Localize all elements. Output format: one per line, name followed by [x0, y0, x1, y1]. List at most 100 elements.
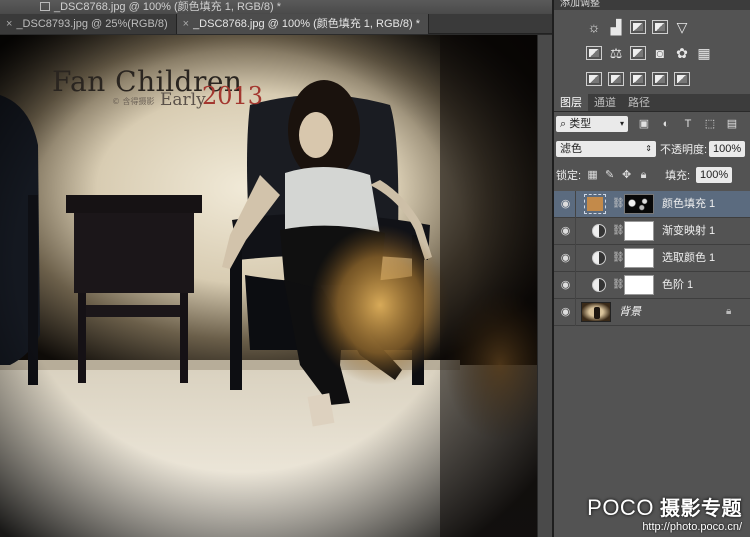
watermark-brand: POCO: [587, 495, 654, 520]
right-panel-dock: 添加调整 ☼ ▟ ▽ ⚖ ◙ ✿ ▦ 图层 通道 路径 ⌕ 类型 ▾ ▣ ◐ T…: [554, 0, 750, 537]
adjustments-row-2: ⚖ ◙ ✿ ▦: [554, 40, 750, 66]
fill-label: 填充:: [665, 170, 691, 182]
divider: [575, 245, 576, 272]
poco-watermark: POCO 摄影专题 http://photo.poco.cn/: [587, 492, 742, 533]
type-filter-icon[interactable]: T: [682, 118, 694, 130]
photo-filter-icon[interactable]: ◙: [652, 46, 668, 60]
link-icon[interactable]: ⛓: [612, 198, 625, 209]
document-tab-bar: × _DSC8793.jpg @ 25%(RGB/8) × _DSC8768.jpg…: [0, 14, 552, 34]
hue-saturation-icon[interactable]: [586, 46, 602, 60]
lock-icon: 🔒︎: [726, 306, 732, 317]
layer-name: 渐变映射 1: [662, 225, 716, 237]
lock-all-icon[interactable]: 🔒︎: [638, 169, 649, 181]
posterize-icon[interactable]: [608, 72, 624, 86]
layer-row-selective-color[interactable]: ◉ ⛓ 选取颜色 1: [554, 245, 750, 272]
threshold-icon[interactable]: [630, 72, 646, 86]
fill-swatch[interactable]: [584, 194, 606, 214]
eye-icon[interactable]: ◉: [559, 306, 572, 319]
gradient-map-icon[interactable]: [652, 72, 668, 86]
eye-icon[interactable]: ◉: [559, 252, 572, 265]
adjustments-row-3: [554, 66, 750, 92]
levels-icon[interactable]: ▟: [608, 20, 624, 34]
background-thumbnail[interactable]: [581, 302, 611, 322]
photo-artwork: [0, 35, 537, 537]
brightness-icon[interactable]: ☼: [586, 20, 602, 34]
shape-filter-icon[interactable]: ⬚: [704, 118, 716, 130]
opacity-field[interactable]: 100%: [709, 141, 746, 157]
adjustment-filter-icon[interactable]: ◐: [660, 118, 672, 130]
divider: [575, 272, 576, 299]
close-icon[interactable]: ×: [6, 18, 12, 30]
exposure-icon[interactable]: [652, 20, 668, 34]
layers-panel-tabs: 图层 通道 路径: [554, 94, 750, 112]
curves-icon[interactable]: [630, 20, 646, 34]
link-icon[interactable]: ⛓: [612, 279, 625, 290]
fill-field[interactable]: 100%: [696, 167, 733, 183]
tab-layers[interactable]: 图层: [554, 94, 588, 111]
layer-filter-row: ⌕ 类型 ▾ ▣ ◐ T ⬚ ▤: [554, 113, 750, 135]
window-title-bar: _DSC8768.jpg @ 100% (颜色填充 1, RGB/8) *: [0, 0, 552, 14]
search-icon: ⌕: [560, 118, 567, 130]
black-white-icon[interactable]: [630, 46, 646, 60]
blend-row: 滤色 ⇕ 不透明度: 100%: [554, 139, 750, 159]
pixel-filter-icon[interactable]: ▣: [638, 118, 650, 130]
vibrance-icon[interactable]: ▽: [674, 20, 690, 34]
window-title: _DSC8768.jpg @ 100% (颜色填充 1, RGB/8) *: [54, 1, 281, 13]
adjustment-layer-icon: [592, 224, 606, 238]
eye-icon[interactable]: ◉: [559, 279, 572, 292]
layer-mask-thumbnail[interactable]: [624, 221, 654, 241]
lock-position-icon[interactable]: ✥: [621, 169, 632, 181]
tab-dsc8793[interactable]: × _DSC8793.jpg @ 25%(RGB/8): [0, 14, 177, 34]
lock-transparency-icon[interactable]: ▦: [587, 169, 598, 181]
adjustments-header: 添加调整: [554, 0, 750, 10]
watermark-brand-line: POCO 摄影专题: [587, 492, 742, 521]
watermark-suffix: 摄影专题: [660, 498, 742, 520]
layers-list: ◉ ⛓ 颜色填充 1 ◉ ⛓ 渐变映射 1 ◉ ⛓ 选取颜色 1 ◉ ⛓ 色阶 …: [554, 191, 750, 326]
layer-row-background[interactable]: ◉ 背景 🔒︎: [554, 299, 750, 326]
divider: [575, 191, 576, 218]
layer-mask-thumbnail[interactable]: [624, 248, 654, 268]
layer-row-color-fill[interactable]: ◉ ⛓ 颜色填充 1: [554, 191, 750, 218]
photo-subtitle-text: Early: [160, 90, 206, 110]
layer-name: 颜色填充 1: [662, 198, 716, 210]
document-canvas[interactable]: Fan Children Early 2013 © 含得摄影: [0, 35, 537, 537]
color-balance-icon[interactable]: ⚖: [608, 46, 624, 60]
divider: [575, 218, 576, 245]
filter-kind-select[interactable]: ⌕ 类型 ▾: [556, 116, 628, 132]
canvas-vertical-scrollbar[interactable]: [537, 35, 552, 537]
close-icon[interactable]: ×: [183, 18, 189, 30]
lock-label: 锁定:: [556, 170, 582, 182]
selective-color-icon[interactable]: [674, 72, 690, 86]
tab-paths[interactable]: 路径: [622, 94, 656, 111]
eye-icon[interactable]: ◉: [559, 198, 572, 211]
layer-name: 色阶 1: [662, 279, 694, 291]
photo-credit-text: © 含得摄影: [112, 97, 155, 106]
watermark-url: http://photo.poco.cn/: [642, 521, 742, 533]
photo-year-text: 2013: [202, 82, 264, 110]
document-icon: [40, 2, 50, 11]
layer-row-levels[interactable]: ◉ ⛓ 色阶 1: [554, 272, 750, 299]
tab-dsc8768[interactable]: × _DSC8768.jpg @ 100% (颜色填充 1, RGB/8) *: [176, 14, 430, 34]
opacity-label: 不透明度:: [660, 144, 708, 156]
thumbnail-figure: [594, 307, 600, 319]
link-icon[interactable]: ⛓: [612, 225, 625, 236]
lock-row: 锁定: ▦ ✎ ✥ 🔒︎ 填充: 100%: [554, 165, 750, 185]
adjustments-row-1: ☼ ▟ ▽: [554, 14, 750, 40]
layer-name: 选取颜色 1: [662, 252, 716, 264]
eye-icon[interactable]: ◉: [559, 225, 572, 238]
lock-pixels-icon[interactable]: ✎: [604, 169, 615, 181]
layer-mask-thumbnail[interactable]: [624, 275, 654, 295]
adjustment-layer-icon: [592, 278, 606, 292]
layer-mask-thumbnail[interactable]: [624, 194, 654, 214]
invert-icon[interactable]: [586, 72, 602, 86]
smart-object-filter-icon[interactable]: ▤: [726, 118, 738, 130]
divider: [575, 299, 576, 326]
channel-mixer-icon[interactable]: ✿: [674, 46, 690, 60]
layer-row-gradient-map[interactable]: ◉ ⛓ 渐变映射 1: [554, 218, 750, 245]
tab-channels[interactable]: 通道: [588, 94, 622, 111]
adjustment-layer-icon: [592, 251, 606, 265]
color-lookup-icon[interactable]: ▦: [696, 46, 712, 60]
blend-mode-select[interactable]: 滤色 ⇕: [556, 141, 656, 157]
link-icon[interactable]: ⛓: [612, 252, 625, 263]
layer-name: 背景: [619, 306, 641, 318]
